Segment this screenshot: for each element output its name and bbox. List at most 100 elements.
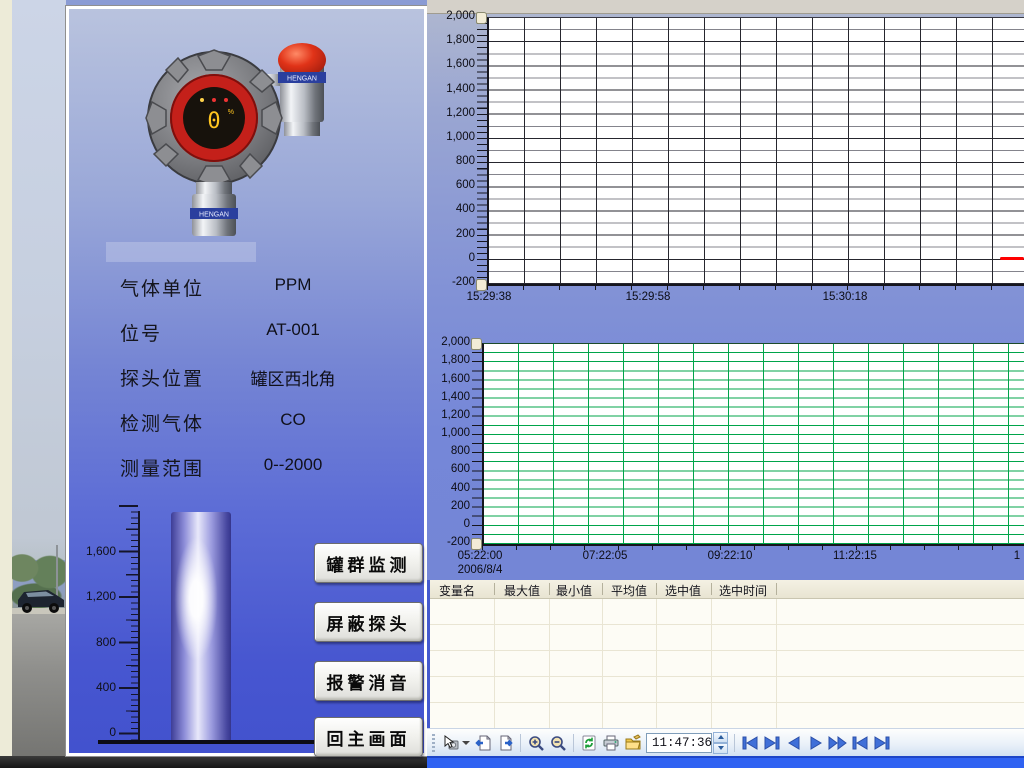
chart1-ytick: 2,000 — [421, 10, 475, 22]
properties-icon[interactable] — [622, 732, 644, 754]
toolbar-grip[interactable] — [432, 734, 435, 752]
gas-detector-image: HENGAN 0 % HENGAN — [122, 26, 360, 248]
column-line — [711, 599, 712, 728]
chart1-xtick: 15:30:18 — [809, 291, 881, 303]
chart2-ytick: 1,800 — [416, 354, 470, 366]
chart1-ytick: 1,800 — [421, 34, 475, 46]
chart2-ytick: 2,000 — [416, 336, 470, 348]
desktop-wallpaper-photo — [12, 0, 66, 756]
gauge-baseline — [98, 740, 314, 744]
return-main-screen-button[interactable]: 回主画面 — [314, 717, 423, 757]
page-previous-icon[interactable] — [472, 732, 494, 754]
header-separator — [602, 583, 603, 595]
header-separator — [549, 583, 550, 595]
zoom-in-icon[interactable] — [525, 732, 547, 754]
info-label-tag: 位号 — [120, 319, 162, 346]
info-value-range: 0--2000 — [218, 455, 368, 475]
shield-probe-button[interactable]: 屏蔽探头 — [314, 602, 423, 642]
step-forward-icon[interactable] — [805, 732, 827, 754]
time-field: 11:47:36 — [646, 732, 728, 754]
page-next-icon[interactable] — [494, 732, 516, 754]
info-label-range: 测量范围 — [120, 454, 204, 481]
info-label-gas-unit: 气体单位 — [120, 274, 204, 301]
chart1-ytick: 1,200 — [421, 107, 475, 119]
chart2-ytick: 1,400 — [416, 391, 470, 403]
trend-toolbar: 11:47:36 — [427, 728, 1024, 756]
time-input[interactable]: 11:47:36 — [646, 733, 712, 753]
refresh-icon[interactable] — [578, 732, 600, 754]
time-spinner — [713, 732, 728, 754]
col-avg-value[interactable]: 平均值 — [611, 582, 647, 599]
seek-next-icon[interactable] — [761, 732, 783, 754]
zoom-out-icon[interactable] — [547, 732, 569, 754]
chart1-xtick: 15:29:58 — [612, 291, 684, 303]
wallpaper-road — [12, 612, 66, 756]
chart2-ytick: 1,200 — [416, 409, 470, 421]
info-value-gas-type: CO — [218, 410, 368, 430]
col-max-value[interactable]: 最大值 — [504, 582, 540, 599]
header-separator — [711, 583, 712, 595]
header-separator — [494, 583, 495, 595]
chart1-xtick: 15:29:38 — [453, 291, 525, 303]
gauge-tick-800: 800 — [68, 635, 116, 649]
column-line — [776, 599, 777, 728]
statistics-table: 变量名 最大值 最小值 平均值 选中值 选中时间 — [427, 580, 1024, 728]
time-spinner-up[interactable] — [713, 732, 728, 743]
seek-start-icon[interactable] — [739, 732, 761, 754]
chart2-ytick: 1,600 — [416, 373, 470, 385]
col-selected-value[interactable]: 选中值 — [665, 582, 701, 599]
info-value-tag: AT-001 — [218, 320, 368, 340]
info-label-location: 探头位置 — [120, 364, 204, 391]
chart2-xtick: 07:22:05 — [569, 550, 641, 562]
chart1-ytick: 800 — [421, 155, 475, 167]
toolbar-separator — [520, 734, 521, 752]
tools-dropdown-caret[interactable] — [462, 741, 470, 745]
step-back-icon[interactable] — [783, 732, 805, 754]
chart2-upper-scale-handle[interactable] — [471, 338, 482, 350]
chart1-upper-scale-handle[interactable] — [476, 12, 487, 24]
column-line — [549, 599, 550, 728]
history-trend-plot[interactable] — [482, 343, 1024, 546]
chart1-ytick: 1,600 — [421, 58, 475, 70]
time-spinner-down[interactable] — [713, 743, 728, 754]
column-line — [602, 599, 603, 728]
wallpaper-car — [14, 582, 66, 616]
tank-group-monitor-button[interactable]: 罐群监测 — [314, 543, 423, 583]
header-separator — [776, 583, 777, 595]
hmi-screen: HENGAN 0 % HENGAN 气体单位 PPM 位号 AT-001 探头位… — [0, 0, 1024, 768]
tools-icon[interactable] — [440, 732, 462, 754]
col-variable-name[interactable]: 变量名 — [439, 582, 475, 599]
col-min-value[interactable]: 最小值 — [556, 582, 592, 599]
gauge-value-bar — [171, 512, 231, 741]
chart2-xtick: 11:22:15 — [819, 550, 891, 562]
chart2-ytick: 800 — [416, 445, 470, 457]
statistics-table-header: 变量名 最大值 最小值 平均值 选中值 选中时间 — [430, 580, 1024, 599]
chart1-ytick: 400 — [421, 203, 475, 215]
gauge-tick-1600: 1,600 — [68, 544, 116, 558]
bottom-shadow-strip — [0, 756, 427, 768]
chart2-ytick: -200 — [416, 536, 470, 548]
chart2-ytick: 1,000 — [416, 427, 470, 439]
col-selected-time[interactable]: 选中时间 — [719, 582, 767, 599]
chart1-lower-scale-handle[interactable] — [476, 279, 487, 291]
chart1-ytick: 1,000 — [421, 131, 475, 143]
chart1-ytick: 600 — [421, 179, 475, 191]
info-value-location: 罐区西北角 — [218, 365, 368, 390]
realtime-trend-x-axis-ticks — [487, 285, 1024, 290]
info-value-gas-unit: PPM — [218, 275, 368, 295]
chart2-xtick: 05:22:00 — [444, 550, 516, 562]
window-top-strip — [427, 0, 1024, 14]
chart2-lower-scale-handle[interactable] — [471, 538, 482, 550]
fast-forward-icon[interactable] — [827, 732, 849, 754]
gauge-axis — [138, 511, 140, 742]
seek-end-icon[interactable] — [871, 732, 893, 754]
toolbar-separator — [573, 734, 574, 752]
alarm-mute-button[interactable]: 报警消音 — [314, 661, 423, 701]
window-bottom-strip — [427, 756, 1024, 768]
svg-text:HENGAN: HENGAN — [199, 212, 229, 219]
print-icon[interactable] — [600, 732, 622, 754]
seek-prev-bound-icon[interactable] — [849, 732, 871, 754]
realtime-trend-plot[interactable] — [487, 17, 1024, 286]
realtime-trend-y-axis-ticks — [477, 17, 487, 283]
header-separator — [656, 583, 657, 595]
